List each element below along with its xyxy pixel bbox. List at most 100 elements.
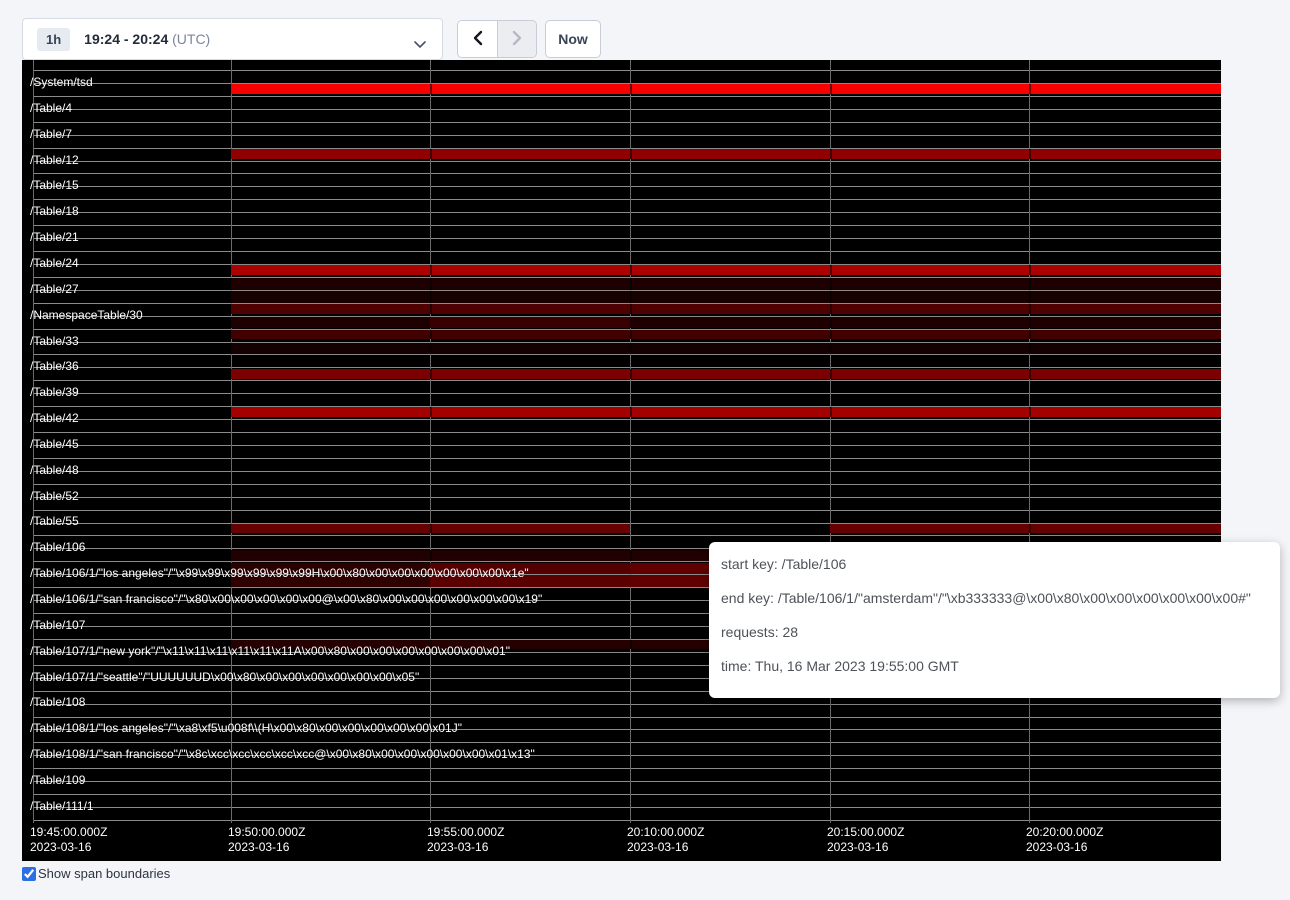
span-boundary-line — [33, 199, 1221, 200]
row-label: /Table/106 — [30, 541, 85, 554]
row-label: /Table/21 — [30, 231, 79, 244]
row-label: /Table/108/1/"los angeles"/"\xa8\xf5\u00… — [30, 722, 462, 735]
row-label: /Table/106/1/"los angeles"/"\x99\x99\x99… — [30, 567, 529, 580]
time-gridline-over-band — [630, 407, 632, 417]
row-label: /Table/39 — [30, 386, 79, 399]
time-gridline-over-band — [430, 84, 432, 94]
span-boundary-line — [33, 484, 1221, 485]
span-boundary-line — [33, 354, 1221, 355]
row-label: /Table/12 — [30, 154, 79, 167]
time-gridline-over-band — [830, 84, 832, 94]
span-boundary-line — [33, 742, 1221, 743]
duration-badge: 1h — [37, 28, 70, 51]
span-boundary-line — [33, 497, 1221, 498]
span-boundary-line — [33, 471, 1221, 472]
show-span-boundaries-label: Show span boundaries — [38, 866, 170, 881]
row-label: /Table/108 — [30, 696, 85, 709]
show-span-boundaries: Show span boundaries — [22, 866, 170, 881]
next-button[interactable] — [497, 21, 536, 57]
now-button[interactable]: Now — [545, 20, 601, 58]
time-gridline-over-band — [1029, 304, 1031, 314]
span-boundary-line — [33, 70, 1221, 71]
row-label: /Table/45 — [30, 438, 79, 451]
prev-button[interactable] — [458, 21, 497, 57]
time-gridline-over-band — [630, 550, 632, 561]
row-label: /Table/24 — [30, 257, 79, 270]
time-gridline-over-band — [430, 330, 432, 340]
heat-band — [231, 149, 1221, 160]
x-axis-label: 19:55:00.000Z2023-03-16 — [427, 825, 504, 855]
row-label: /Table/107/1/"seattle"/"UUUUUUD\x00\x80\… — [30, 671, 419, 684]
span-boundary-line — [33, 186, 1221, 187]
heat-band — [231, 407, 1221, 417]
time-gridline-over-band — [830, 369, 832, 379]
row-label: /Table/15 — [30, 179, 79, 192]
x-axis-label: 20:20:00.000Z2023-03-16 — [1026, 825, 1103, 855]
heat-band — [231, 317, 430, 329]
time-range-select[interactable]: 1h 19:24 - 20:24 (UTC) — [22, 18, 443, 60]
tooltip-time: time: Thu, 16 Mar 2023 19:55:00 GMT — [721, 656, 1268, 676]
row-label: /Table/107/1/"new york"/"\x11\x11\x11\x1… — [30, 645, 510, 658]
tooltip-end-key: end key: /Table/106/1/"amsterdam"/"\xb33… — [721, 588, 1268, 608]
row-label: /Table/42 — [30, 412, 79, 425]
time-gridline-over-band — [430, 369, 432, 379]
span-boundary-line — [33, 161, 1221, 162]
time-gridline-over-band — [630, 84, 632, 94]
time-nav-group — [457, 20, 537, 58]
row-label: /Table/18 — [30, 205, 79, 218]
time-gridline-over-band — [430, 291, 432, 303]
tooltip-requests: requests: 28 — [721, 622, 1268, 642]
x-axis-label: 19:50:00.000Z2023-03-16 — [228, 825, 305, 855]
time-gridline — [430, 60, 431, 823]
time-gridline-over-band — [1029, 343, 1031, 354]
show-span-boundaries-checkbox[interactable] — [22, 867, 36, 881]
row-label: /NamespaceTable/30 — [30, 309, 143, 322]
span-boundary-line — [33, 535, 1221, 536]
chevron-left-icon — [471, 30, 485, 49]
row-label: /Table/107 — [30, 619, 85, 632]
heat-band — [830, 524, 1221, 533]
time-gridline-over-band — [430, 278, 432, 290]
row-label: /Table/111/1 — [30, 800, 94, 813]
row-label: /Table/4 — [30, 102, 72, 115]
span-boundary-line — [33, 109, 1221, 110]
time-gridline-over-band — [830, 149, 832, 160]
time-gridline-over-band — [1029, 84, 1031, 94]
chevron-down-icon — [414, 36, 426, 54]
time-gridline-over-band — [630, 369, 632, 379]
time-gridline-over-band — [1029, 317, 1031, 329]
time-range-label: 19:24 - 20:24 (UTC) — [84, 31, 210, 47]
span-boundary-line — [33, 238, 1221, 239]
span-boundary-line — [33, 173, 1221, 174]
time-gridline-over-band — [1029, 407, 1031, 417]
time-gridline-over-band — [830, 343, 832, 354]
key-visualizer-canvas[interactable]: /System/tsd/Table/4/Table/7/Table/12/Tab… — [22, 60, 1221, 861]
span-boundary-line — [33, 432, 1221, 433]
row-label: /Table/27 — [30, 283, 79, 296]
time-gridline-over-band — [630, 291, 632, 303]
row-label: /Table/108/1/"san francisco"/"\x8c\xcc\x… — [30, 748, 535, 761]
x-axis-label: 20:10:00.000Z2023-03-16 — [627, 825, 704, 855]
time-gridline-over-band — [430, 149, 432, 160]
heat-band — [231, 330, 1221, 340]
time-gridline — [1029, 60, 1030, 823]
span-boundary-line — [33, 212, 1221, 213]
time-gridline-over-band — [1029, 278, 1031, 290]
span-boundary-line — [33, 393, 1221, 394]
time-gridline-over-band — [430, 265, 432, 275]
span-boundary-line — [33, 781, 1221, 782]
heat-band — [231, 291, 1221, 303]
key-visualizer-page: 1h 19:24 - 20:24 (UTC) Now /System/tsd/T… — [0, 0, 1290, 900]
time-gridline-over-band — [630, 265, 632, 275]
time-gridline-over-band — [630, 278, 632, 290]
time-gridline-over-band — [1029, 330, 1031, 340]
time-gridline — [630, 60, 631, 823]
time-gridline-over-band — [830, 330, 832, 340]
span-boundary-line — [33, 510, 1221, 511]
heat-band — [231, 84, 1221, 94]
span-boundary-line — [33, 768, 1221, 769]
time-gridline-over-band — [830, 304, 832, 314]
span-boundary-line — [33, 704, 1221, 705]
row-label: /Table/106/1/"san francisco"/"\x80\x00\x… — [30, 593, 542, 606]
row-label: /Table/7 — [30, 128, 72, 141]
